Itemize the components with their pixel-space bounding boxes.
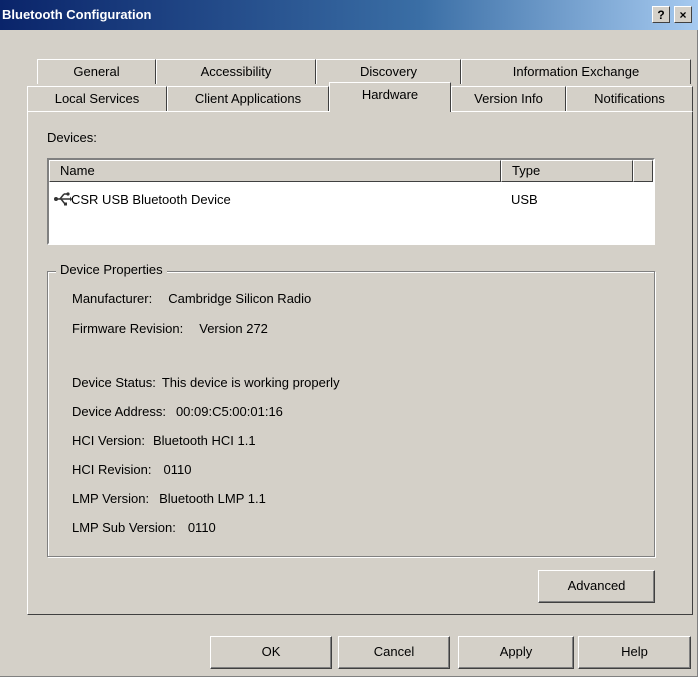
tab-discovery[interactable]: Discovery bbox=[316, 59, 461, 84]
tab-hardware[interactable]: Hardware bbox=[329, 82, 451, 112]
tab-general[interactable]: General bbox=[37, 59, 156, 84]
hci-version-value: Bluetooth HCI 1.1 bbox=[152, 433, 256, 448]
advanced-button[interactable]: Advanced bbox=[538, 570, 655, 603]
firmware-row: Firmware Revision: Version 272 bbox=[72, 320, 268, 338]
address-row: Device Address: 00:09:C5:00:01:16 bbox=[72, 403, 283, 421]
devices-label: Devices: bbox=[47, 130, 97, 145]
lmp-version-row: LMP Version: Bluetooth LMP 1.1 bbox=[72, 490, 266, 508]
hci-revision-value: 0110 bbox=[163, 462, 192, 477]
title-bar[interactable]: Bluetooth Configuration ? × bbox=[0, 0, 698, 30]
hci-revision-label: HCI Revision: bbox=[72, 462, 152, 477]
status-row: Device Status: This device is working pro… bbox=[72, 374, 340, 392]
ok-button[interactable]: OK bbox=[210, 636, 332, 669]
device-type: USB bbox=[511, 192, 538, 207]
bluetooth-usb-icon bbox=[54, 191, 72, 207]
tab-notifications[interactable]: Notifications bbox=[566, 86, 693, 111]
device-name: CSR USB Bluetooth Device bbox=[71, 192, 231, 207]
window-title: Bluetooth Configuration bbox=[2, 7, 152, 22]
firmware-value: Version 272 bbox=[199, 321, 268, 336]
devices-list-header: Name Type bbox=[49, 160, 653, 182]
lmp-sub-version-label: LMP Sub Version: bbox=[72, 520, 176, 535]
column-header-type[interactable]: Type bbox=[501, 160, 633, 182]
help-button[interactable]: Help bbox=[578, 636, 691, 669]
manufacturer-value: Cambridge Silicon Radio bbox=[168, 291, 312, 306]
manufacturer-label: Manufacturer: bbox=[72, 291, 153, 306]
hci-version-label: HCI Version: bbox=[72, 433, 145, 448]
tab-version-info[interactable]: Version Info bbox=[451, 86, 566, 111]
lmp-version-value: Bluetooth LMP 1.1 bbox=[159, 491, 266, 506]
devices-list[interactable]: Name Type CSR USB Bluetooth Device USB bbox=[47, 158, 655, 245]
device-properties-label: Device Properties bbox=[56, 261, 167, 279]
apply-button[interactable]: Apply bbox=[458, 636, 574, 669]
bluetooth-configuration-dialog: Bluetooth Configuration ? × General Acce… bbox=[0, 0, 698, 677]
firmware-label: Firmware Revision: bbox=[72, 321, 184, 336]
help-title-button[interactable]: ? bbox=[652, 6, 670, 23]
tab-local-services[interactable]: Local Services bbox=[27, 86, 167, 111]
lmp-version-label: LMP Version: bbox=[72, 491, 150, 506]
column-header-filler bbox=[633, 160, 653, 182]
status-label: Device Status: bbox=[72, 375, 156, 390]
manufacturer-row: Manufacturer: Cambridge Silicon Radio bbox=[72, 290, 311, 308]
tab-client-applications[interactable]: Client Applications bbox=[167, 86, 329, 111]
tab-information-exchange[interactable]: Information Exchange bbox=[461, 59, 691, 84]
status-value: This device is working properly bbox=[161, 375, 340, 390]
column-header-name[interactable]: Name bbox=[49, 160, 501, 182]
close-button[interactable]: × bbox=[674, 6, 692, 23]
tab-accessibility[interactable]: Accessibility bbox=[156, 59, 316, 84]
lmp-sub-version-value: 0110 bbox=[187, 520, 216, 535]
cancel-button[interactable]: Cancel bbox=[338, 636, 450, 669]
lmp-sub-version-row: LMP Sub Version: 0110 bbox=[72, 519, 216, 537]
hci-revision-row: HCI Revision: 0110 bbox=[72, 461, 191, 479]
address-label: Device Address: bbox=[72, 404, 166, 419]
address-value: 00:09:C5:00:01:16 bbox=[175, 404, 283, 419]
device-row[interactable]: CSR USB Bluetooth Device USB bbox=[49, 190, 653, 210]
hci-version-row: HCI Version: Bluetooth HCI 1.1 bbox=[72, 432, 256, 450]
